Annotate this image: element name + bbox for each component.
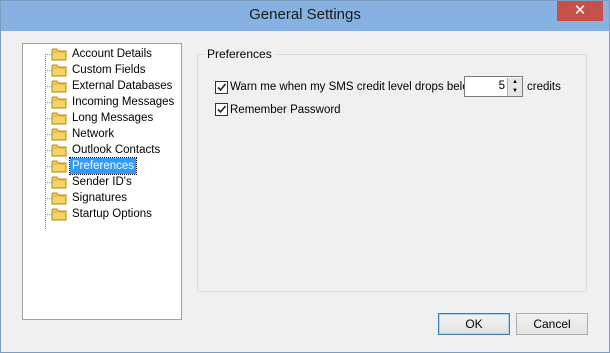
tree-item[interactable]: Custom Fields: [37, 62, 177, 78]
close-button[interactable]: ✕: [557, 1, 603, 21]
tree-item-label: External Databases: [72, 80, 173, 92]
checkmark-icon: [217, 83, 227, 92]
tree-item-label: Network: [72, 128, 115, 140]
credit-threshold-spinner[interactable]: 5 ▲ ▼: [464, 76, 523, 97]
folder-icon: [51, 96, 67, 109]
tree-item[interactable]: Account Details: [37, 46, 177, 62]
tree-item-label: Custom Fields: [72, 64, 146, 76]
folder-icon: [51, 176, 67, 189]
tree-item[interactable]: Long Messages: [37, 110, 177, 126]
folder-icon: [51, 80, 67, 93]
remember-password-checkbox[interactable]: [215, 103, 228, 116]
credit-threshold-value[interactable]: 5: [467, 79, 505, 94]
folder-icon: [51, 208, 67, 221]
checkmark-icon: [217, 105, 227, 114]
tree-item[interactable]: Incoming Messages: [37, 94, 177, 110]
folder-icon: [51, 192, 67, 205]
tree-item-label: Outlook Contacts: [72, 144, 161, 156]
remember-password-label: Remember Password: [230, 104, 341, 116]
tree-item[interactable]: Sender ID's: [37, 174, 177, 190]
tree-item[interactable]: Preferences: [37, 157, 177, 175]
dialog-client-area: Account Details Custom Fields External Dat…: [8, 31, 602, 346]
folder-icon: [51, 48, 67, 61]
folder-icon: [51, 112, 67, 125]
spin-down-button[interactable]: ▼: [507, 87, 522, 96]
tree-item-label: Preferences: [68, 157, 138, 175]
tree-item-label: Long Messages: [72, 112, 154, 124]
preferences-group-title: Preferences: [204, 47, 275, 61]
spin-up-button[interactable]: ▲: [507, 78, 522, 87]
ok-button[interactable]: OK: [438, 313, 510, 335]
credits-unit-label: credits: [527, 81, 561, 93]
folder-icon: [51, 128, 67, 141]
folder-icon: [51, 64, 67, 77]
general-settings-window: General Settings ✕ Account Details Custom…: [0, 0, 610, 353]
tree-item[interactable]: Startup Options: [37, 206, 177, 222]
cancel-button[interactable]: Cancel: [516, 313, 588, 335]
title-bar[interactable]: General Settings ✕: [1, 1, 609, 31]
tree-item-label: Signatures: [72, 192, 127, 204]
warn-credit-label: Warn me when my SMS credit level drops b…: [230, 81, 477, 93]
window-title: General Settings: [249, 6, 361, 23]
tree-item-label: Startup Options: [72, 208, 152, 220]
folder-icon: [51, 144, 67, 157]
tree-item[interactable]: Network: [37, 126, 177, 142]
tree-item-label: Sender ID's: [72, 176, 132, 188]
tree-item-label: Incoming Messages: [72, 96, 175, 108]
folder-icon: [51, 160, 67, 173]
tree-item-label: Account Details: [72, 48, 152, 60]
tree-item[interactable]: Signatures: [37, 190, 177, 206]
settings-tree[interactable]: Account Details Custom Fields External Dat…: [22, 43, 182, 320]
tree-item[interactable]: Outlook Contacts: [37, 142, 177, 158]
warn-credit-checkbox[interactable]: [215, 81, 228, 94]
tree-item[interactable]: External Databases: [37, 78, 177, 94]
